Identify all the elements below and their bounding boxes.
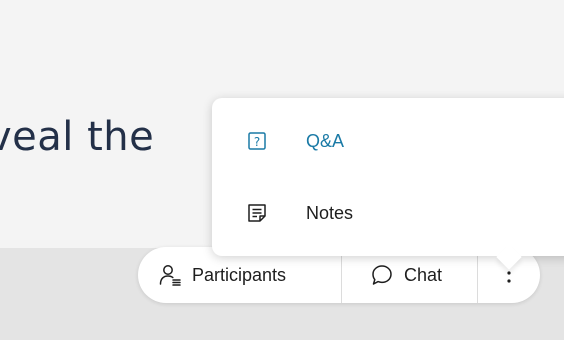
slide-text: veal the (0, 114, 155, 160)
svg-text:?: ? (254, 135, 260, 149)
menu-item-label: Notes (306, 202, 354, 223)
chat-bubble-icon (370, 263, 394, 287)
participants-label: Participants (192, 264, 287, 285)
menu-item-label: Q&A (306, 130, 345, 151)
question-box-icon: ? (246, 130, 268, 152)
notes-icon (246, 202, 268, 224)
more-options-menu: ? Q&A Notes (212, 98, 564, 256)
participants-icon (158, 263, 182, 287)
chat-label: Chat (403, 264, 442, 285)
menu-item-notes[interactable]: Notes (246, 202, 353, 224)
menu-item-qa[interactable]: ? Q&A (246, 130, 344, 152)
